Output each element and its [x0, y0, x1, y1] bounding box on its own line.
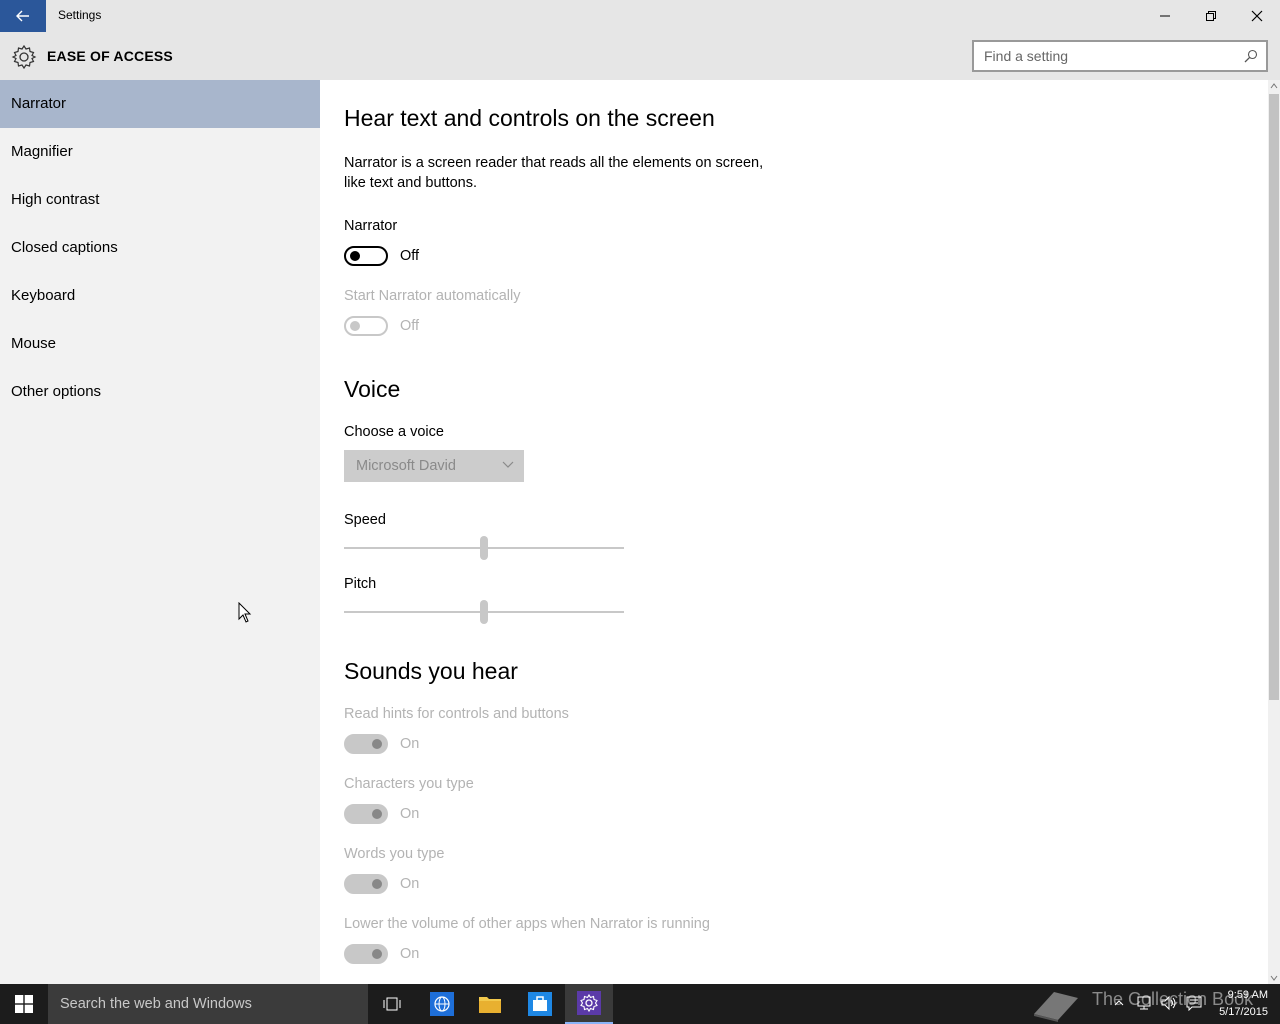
close-button[interactable] — [1234, 0, 1280, 32]
clock-date: 5/17/2015 — [1219, 1006, 1268, 1018]
section-title-sounds: Sounds you hear — [344, 658, 518, 684]
words-you-type-label: Words you type — [344, 846, 445, 862]
windows-logo-icon — [15, 995, 33, 1013]
words-you-type-state: On — [400, 876, 420, 892]
start-narrator-auto-state: Off — [400, 318, 420, 334]
show-hidden-icons-icon[interactable] — [1114, 998, 1124, 1008]
choose-voice-label: Choose a voice — [344, 424, 444, 440]
characters-you-type-toggle[interactable] — [344, 804, 388, 824]
book-logo-icon — [1034, 992, 1078, 1022]
taskbar-search-box[interactable]: Search the web and Windows — [48, 984, 368, 1024]
narrator-description-line1: Narrator is a screen reader that reads a… — [344, 155, 764, 171]
read-hints-state: On — [400, 736, 420, 752]
sidebar-item-other-options[interactable]: Other options — [0, 368, 320, 416]
clock[interactable]: 9:59 AM 5/17/2015 — [1208, 987, 1268, 1021]
lower-volume-state: On — [400, 946, 420, 962]
start-button[interactable] — [0, 984, 48, 1024]
volume-icon[interactable] — [1160, 995, 1178, 1011]
page-title: EASE OF ACCESS — [47, 48, 173, 64]
gear-icon — [11, 44, 37, 70]
search-input[interactable] — [984, 46, 1234, 66]
action-center-icon[interactable] — [1186, 995, 1202, 1011]
close-icon — [1251, 10, 1263, 22]
lower-volume-toggle[interactable] — [344, 944, 388, 964]
sidebar-item-keyboard[interactable]: Keyboard — [0, 272, 320, 320]
minimize-icon — [1160, 15, 1170, 17]
speed-slider-thumb[interactable] — [480, 536, 488, 560]
chevron-down-icon — [502, 461, 514, 468]
taskbar-file-explorer-button[interactable] — [466, 984, 514, 1024]
scroll-down-arrow-icon[interactable] — [1270, 974, 1278, 982]
characters-you-type-label: Characters you type — [344, 776, 474, 792]
globe-icon — [430, 992, 454, 1016]
settings-gear-icon — [577, 991, 601, 1015]
lower-volume-label: Lower the volume of other apps when Narr… — [344, 916, 710, 932]
search-icon[interactable] — [1244, 49, 1258, 63]
voice-dropdown-value: Microsoft David — [356, 458, 456, 474]
folder-icon — [479, 997, 501, 1013]
task-view-icon — [383, 997, 401, 1011]
speed-slider[interactable] — [344, 536, 624, 560]
sidebar-item-magnifier[interactable]: Magnifier — [0, 128, 320, 176]
voice-dropdown[interactable]: Microsoft David — [344, 450, 524, 482]
taskbar-browser-button[interactable] — [418, 984, 466, 1024]
minimize-button[interactable] — [1142, 0, 1188, 32]
sidebar-item-closed-captions[interactable]: Closed captions — [0, 224, 320, 272]
start-narrator-auto-label: Start Narrator automatically — [344, 288, 521, 304]
sidebar-item-narrator[interactable]: Narrator — [0, 80, 320, 128]
taskbar-store-button[interactable] — [516, 984, 564, 1024]
pitch-label: Pitch — [344, 576, 377, 592]
toggle-knob — [372, 949, 382, 959]
narrator-toggle-label: Narrator — [344, 218, 398, 234]
start-narrator-auto-toggle[interactable] — [344, 316, 388, 336]
scroll-up-arrow-icon[interactable] — [1270, 82, 1278, 90]
store-icon — [528, 992, 552, 1016]
narrator-toggle[interactable] — [344, 246, 388, 266]
mouse-cursor-icon — [238, 602, 252, 623]
sidebar: Narrator Magnifier High contrast Closed … — [0, 80, 320, 984]
taskbar: Search the web and Windows The Collectio… — [0, 984, 1280, 1024]
read-hints-toggle[interactable] — [344, 734, 388, 754]
read-hints-label: Read hints for controls and buttons — [344, 706, 569, 722]
toggle-knob — [350, 321, 360, 331]
section-title-hear-text: Hear text and controls on the screen — [344, 105, 715, 131]
section-title-voice: Voice — [344, 376, 401, 402]
back-button[interactable] — [0, 0, 46, 32]
sidebar-item-mouse[interactable]: Mouse — [0, 320, 320, 368]
toggle-knob — [372, 739, 382, 749]
pitch-slider-thumb[interactable] — [480, 600, 488, 624]
pitch-slider[interactable] — [344, 600, 624, 624]
network-icon[interactable] — [1136, 995, 1152, 1011]
back-arrow-icon — [16, 10, 29, 22]
speed-label: Speed — [344, 512, 386, 528]
narrator-description-line2: like text and buttons. — [344, 175, 477, 191]
main-content: Hear text and controls on the screen Nar… — [320, 80, 1268, 984]
words-you-type-toggle[interactable] — [344, 874, 388, 894]
toggle-knob — [372, 809, 382, 819]
taskbar-search-text: Search the web and Windows — [60, 996, 252, 1012]
characters-you-type-state: On — [400, 806, 420, 822]
taskbar-settings-button[interactable] — [565, 984, 613, 1024]
scroll-thumb[interactable] — [1269, 94, 1279, 700]
search-box[interactable] — [972, 40, 1268, 72]
toggle-knob — [372, 879, 382, 889]
window-title: Settings — [58, 8, 102, 22]
narrator-description: Narrator is a screen reader that reads a… — [344, 153, 784, 193]
restore-button[interactable] — [1188, 0, 1234, 32]
task-view-button[interactable] — [368, 984, 416, 1024]
restore-icon — [1206, 11, 1216, 21]
sidebar-item-high-contrast[interactable]: High contrast — [0, 176, 320, 224]
clock-time: 9:59 AM — [1227, 989, 1268, 1001]
toggle-knob — [350, 251, 360, 261]
page-header: EASE OF ACCESS — [0, 32, 1280, 80]
main-scrollbar[interactable] — [1268, 80, 1280, 984]
title-bar: Settings — [0, 0, 1280, 32]
narrator-toggle-state: Off — [400, 248, 420, 264]
